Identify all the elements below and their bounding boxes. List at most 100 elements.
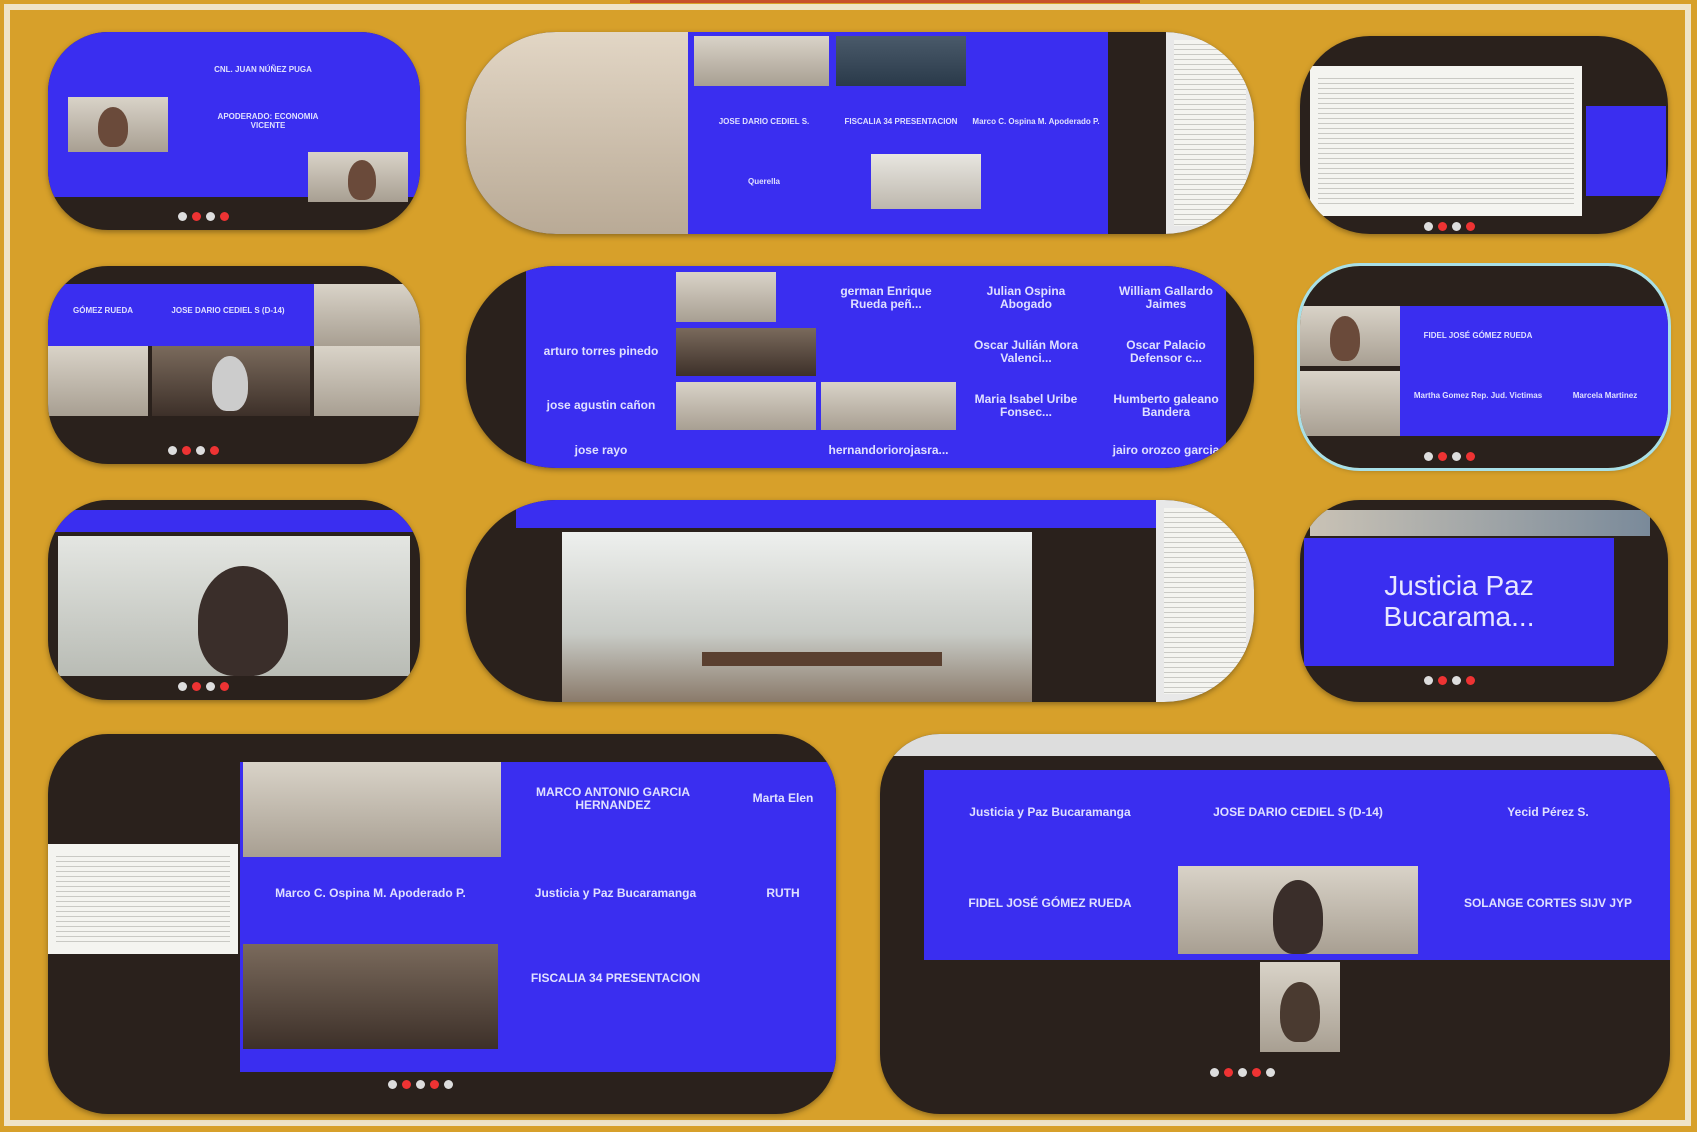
tile-label: arturo torres pinedo bbox=[543, 344, 659, 359]
mic-icon[interactable] bbox=[178, 682, 187, 691]
camera-icon[interactable] bbox=[192, 682, 201, 691]
video-strip bbox=[1310, 510, 1650, 536]
screenshot-row2-middle: german Enrique Rueda peñ... Julian Ospin… bbox=[466, 266, 1254, 468]
tile-label: JOSE DARIO CEDIEL S. bbox=[718, 116, 810, 126]
video-participant bbox=[694, 36, 829, 86]
mic-icon[interactable] bbox=[168, 446, 177, 455]
screenshot-bottom-right: Justicia y Paz Bucaramanga JOSE DARIO CE… bbox=[880, 734, 1670, 1114]
tile-label: FIDEL JOSÉ GÓMEZ RUEDA bbox=[1423, 330, 1533, 340]
meeting-controls[interactable] bbox=[1424, 452, 1475, 461]
tile-label: Julian Ospina Abogado bbox=[986, 283, 1066, 311]
tile-label: jairo orozco garcia bbox=[1112, 443, 1220, 458]
tile-label: Justicia y Paz Bucaramanga bbox=[534, 886, 697, 901]
video-participant bbox=[676, 272, 776, 322]
tile-label: german Enrique Rueda peñ... bbox=[840, 283, 932, 311]
end-call-icon[interactable] bbox=[1466, 222, 1475, 231]
mic-icon[interactable] bbox=[388, 1080, 397, 1089]
more-icon[interactable] bbox=[444, 1080, 453, 1089]
tile-label: jose rayo bbox=[574, 443, 628, 458]
tile-label: FIDEL JOSÉ GÓMEZ RUEDA bbox=[968, 896, 1132, 911]
mic-icon[interactable] bbox=[1424, 452, 1433, 461]
meeting-controls[interactable] bbox=[1210, 1068, 1275, 1077]
chat-side-panel[interactable] bbox=[1166, 32, 1254, 234]
video-participant bbox=[308, 152, 408, 202]
video-participant bbox=[1300, 306, 1400, 366]
tile-label: Marcela Martinez bbox=[1572, 390, 1638, 400]
share-icon[interactable] bbox=[206, 212, 215, 221]
video-participant bbox=[152, 346, 310, 416]
tile-label: RUTH bbox=[766, 886, 800, 901]
screenshot-row2-left: GÓMEZ RUEDA JOSE DARIO CEDIEL S (D-14) bbox=[48, 266, 420, 464]
video-participant bbox=[871, 154, 981, 209]
more-icon[interactable] bbox=[1266, 1068, 1275, 1077]
tile-label: Oscar Julián Mora Valenci... bbox=[973, 337, 1079, 365]
tile-label: MARCO ANTONIO GARCIA HERNANDEZ bbox=[536, 784, 690, 812]
video-participant bbox=[676, 328, 816, 376]
end-call-icon[interactable] bbox=[210, 446, 219, 455]
share-icon[interactable] bbox=[1238, 1068, 1247, 1077]
share-icon[interactable] bbox=[1452, 452, 1461, 461]
tile bbox=[1586, 106, 1666, 196]
screenshot-top-right bbox=[1300, 36, 1668, 234]
share-icon[interactable] bbox=[1452, 676, 1461, 685]
browser-tabbar[interactable] bbox=[880, 734, 1670, 756]
share-icon[interactable] bbox=[206, 682, 215, 691]
participant-with-headphones bbox=[198, 566, 288, 676]
end-call-icon[interactable] bbox=[220, 682, 229, 691]
screenshot-row3-left bbox=[48, 500, 420, 700]
tile-label: SOLANGE CORTES SIJV JYP bbox=[1463, 896, 1633, 911]
video-participant bbox=[676, 382, 816, 430]
meeting-controls[interactable] bbox=[168, 446, 219, 455]
tile-label: FISCALIA 34 PRESENTACION bbox=[844, 116, 958, 126]
meeting-controls[interactable] bbox=[388, 1080, 453, 1089]
end-call-icon[interactable] bbox=[1466, 676, 1475, 685]
screenshot-row3-right: Justicia Paz Bucarama... bbox=[1300, 500, 1668, 702]
video-participant bbox=[821, 382, 956, 430]
video-participant bbox=[1300, 371, 1400, 436]
video-participant bbox=[314, 346, 420, 416]
end-call-icon[interactable] bbox=[1252, 1068, 1261, 1077]
tile-label: William Gallardo Jaimes bbox=[1119, 283, 1213, 311]
mic-icon[interactable] bbox=[1424, 676, 1433, 685]
camera-icon[interactable] bbox=[182, 446, 191, 455]
end-call-icon[interactable] bbox=[220, 212, 229, 221]
camera-icon[interactable] bbox=[1438, 222, 1447, 231]
share-icon[interactable] bbox=[416, 1080, 425, 1089]
camera-icon[interactable] bbox=[1438, 452, 1447, 461]
tile-label: APODERADO: ECONOMIA VICENTE bbox=[217, 112, 319, 130]
video-participant bbox=[1260, 962, 1340, 1052]
tile-label: Justicia y Paz Bucaramanga bbox=[969, 805, 1131, 820]
video-participant bbox=[1178, 866, 1418, 954]
video-participant bbox=[243, 944, 498, 1049]
share-icon[interactable] bbox=[1452, 222, 1461, 231]
camera-icon[interactable] bbox=[402, 1080, 411, 1089]
tile-label: Querella bbox=[747, 176, 780, 186]
mic-icon[interactable] bbox=[1424, 222, 1433, 231]
tile-label: jose agustin cañon bbox=[546, 398, 656, 413]
meeting-controls[interactable] bbox=[1424, 222, 1475, 231]
end-call-icon[interactable] bbox=[430, 1080, 439, 1089]
share-icon[interactable] bbox=[196, 446, 205, 455]
tile-label: Marta Elen bbox=[752, 791, 814, 806]
video-participant bbox=[314, 284, 420, 346]
tile-label: GÓMEZ RUEDA bbox=[73, 305, 133, 315]
video-participant bbox=[466, 32, 688, 234]
tile bbox=[48, 510, 420, 532]
end-call-icon[interactable] bbox=[1466, 452, 1475, 461]
mic-icon[interactable] bbox=[1210, 1068, 1219, 1077]
document-view bbox=[1310, 66, 1582, 216]
tile-label: Oscar Palacio Defensor c... bbox=[1126, 337, 1206, 365]
meeting-controls[interactable] bbox=[178, 212, 229, 221]
chat-side-panel[interactable] bbox=[1156, 500, 1254, 702]
camera-icon[interactable] bbox=[1438, 676, 1447, 685]
tile bbox=[516, 500, 1156, 528]
mic-icon[interactable] bbox=[178, 212, 187, 221]
tile-label: JOSE DARIO CEDIEL S (D-14) bbox=[171, 305, 285, 315]
meeting-controls[interactable] bbox=[1424, 676, 1475, 685]
tile-label: Maria Isabel Uribe Fonsec... bbox=[974, 391, 1078, 419]
camera-icon[interactable] bbox=[1224, 1068, 1233, 1077]
camera-icon[interactable] bbox=[192, 212, 201, 221]
tile-label: Humberto galeano Bandera bbox=[1113, 391, 1219, 419]
room-name-tile: Justicia Paz Bucarama... bbox=[1304, 538, 1614, 666]
meeting-controls[interactable] bbox=[178, 682, 229, 691]
